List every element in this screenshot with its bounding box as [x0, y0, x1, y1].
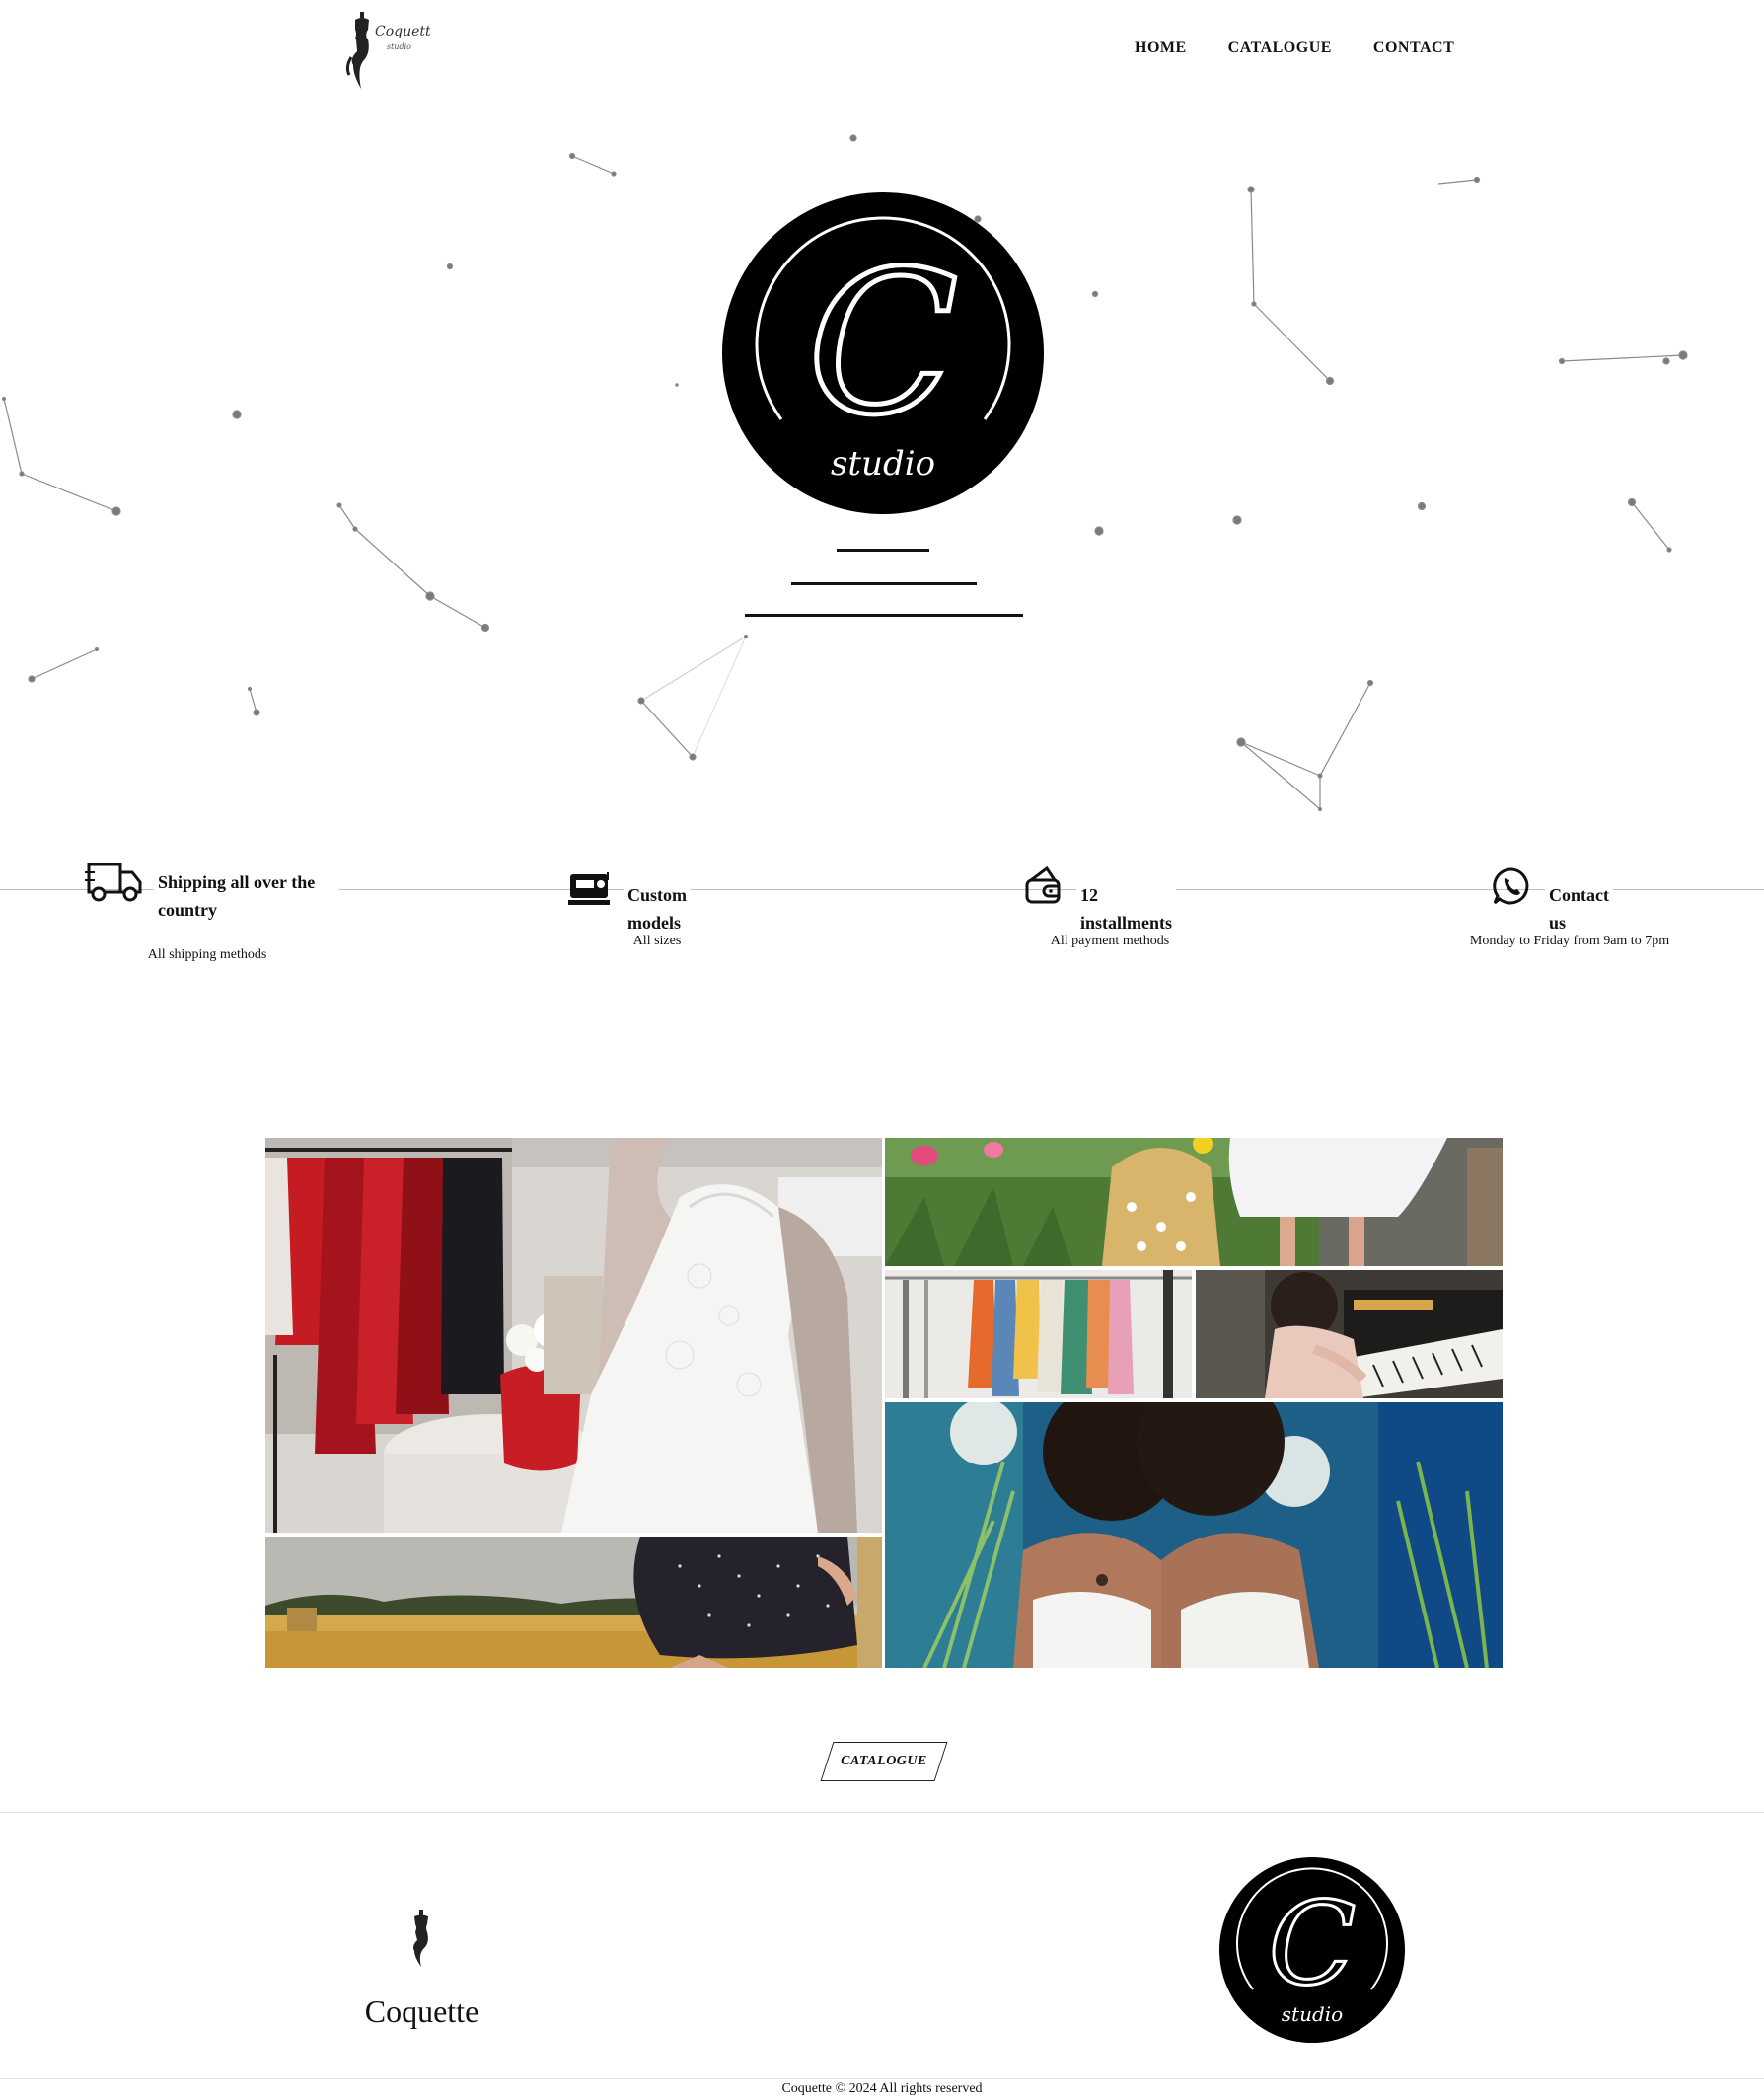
- svg-text:studio: studio: [1282, 2002, 1343, 2026]
- svg-text:studio: studio: [387, 42, 411, 51]
- studio-emblem: C studio: [722, 192, 1044, 514]
- wallet-icon: [1025, 866, 1061, 904]
- clothes-rack-photo[interactable]: [885, 1270, 1192, 1398]
- svg-text:studio: studio: [831, 444, 935, 484]
- feature-subtitle: All payment methods: [1050, 934, 1170, 948]
- piano-photo[interactable]: [1196, 1270, 1503, 1398]
- catalogue-button[interactable]: CATALOGUE: [820, 1742, 948, 1781]
- mannequin-icon: [413, 1910, 428, 1967]
- nav-home[interactable]: HOME: [1135, 39, 1187, 63]
- delivery-truck-icon: [85, 862, 142, 902]
- sewing-machine-icon: [568, 872, 610, 905]
- footer-brand-name: Coquette: [364, 1993, 479, 2029]
- mannequin-icon: Coquette studio: [345, 12, 439, 89]
- svg-text:Coquette: Coquette: [375, 24, 430, 39]
- feature-subtitle: All sizes: [632, 934, 682, 948]
- feature-title: 12 installments: [1076, 881, 1177, 937]
- boutique-mannequin-photo[interactable]: [265, 1138, 882, 1533]
- photo-gallery: [265, 1138, 1503, 1668]
- svg-text:C: C: [1269, 1878, 1357, 2011]
- nav-contact[interactable]: CONTACT: [1373, 39, 1454, 63]
- brand-logo[interactable]: Coquette studio: [341, 10, 439, 95]
- hero-divider-short: [837, 549, 929, 552]
- hero-divider-long: [745, 614, 1023, 617]
- feature-subtitle: All shipping methods: [147, 947, 267, 962]
- wheat-field-skirt-photo[interactable]: [265, 1537, 882, 1668]
- feature-title: Shipping all over the country: [154, 868, 339, 924]
- feature-title: Contact us: [1545, 881, 1613, 937]
- footer-divider: [0, 1812, 1764, 1813]
- whatsapp-icon[interactable]: [1492, 866, 1531, 906]
- garden-dress-photo[interactable]: [885, 1138, 1503, 1266]
- copyright-text: Coquette © 2024 All rights reserved: [781, 2081, 983, 2096]
- feature-title: Custom models: [624, 881, 692, 937]
- hero-divider-medium: [791, 582, 977, 585]
- studio-emblem: C studio: [1219, 1857, 1405, 2043]
- two-women-photo[interactable]: [885, 1402, 1503, 1668]
- svg-text:C: C: [807, 229, 958, 459]
- main-nav: HOME CATALOGUE CONTACT: [1135, 39, 1454, 63]
- feature-subtitle: Monday to Friday from 9am to 7pm: [1469, 934, 1670, 948]
- nav-catalogue[interactable]: CATALOGUE: [1228, 39, 1332, 63]
- footer-bottom-divider: [0, 2078, 1764, 2079]
